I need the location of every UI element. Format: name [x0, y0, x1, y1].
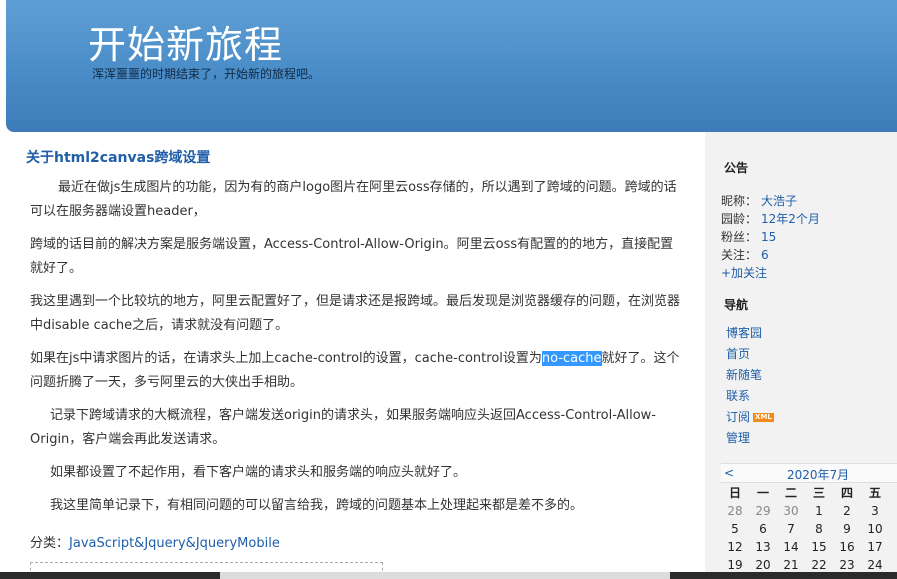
nav-home[interactable]: 首页 — [726, 345, 750, 362]
calendar-month-title: 2020年7月 — [787, 468, 850, 482]
blog-title[interactable]: 开始新旅程 — [88, 14, 283, 69]
calendar-header: < 2020年7月 — [721, 463, 897, 483]
calendar-day: 15 — [811, 540, 827, 554]
nickname-link[interactable]: 大浩子 — [761, 194, 797, 208]
fans-link[interactable]: 15 — [761, 230, 776, 244]
calendar-prev-month[interactable]: < — [724, 466, 734, 480]
calendar-day: 28 — [727, 504, 743, 518]
calendar-day: 1 — [815, 504, 823, 518]
selected-text: no-cache — [541, 351, 602, 366]
calendar-day: 9 — [843, 522, 851, 536]
weekday-label: 一 — [756, 486, 769, 500]
weekday-label: 三 — [812, 486, 825, 500]
post-title[interactable]: 关于html2canvas跨域设置 — [26, 147, 210, 167]
category-link[interactable]: JavaScript&Jquery&JqueryMobile — [69, 536, 280, 551]
age-link[interactable]: 12年2个月 — [761, 212, 820, 226]
calendar-day: 6 — [759, 522, 767, 536]
calendar-day: 5 — [731, 522, 739, 536]
rss-xml-icon[interactable]: XML — [753, 413, 774, 422]
calendar-day: 13 — [755, 540, 771, 554]
follow-row: 关注： 6 — [721, 248, 769, 262]
nav-contact[interactable]: 联系 — [726, 387, 750, 404]
add-follow-link[interactable]: +加关注 — [721, 264, 767, 281]
calendar-day: 12 — [727, 540, 743, 554]
nav-heading: 导航 — [724, 298, 749, 312]
calendar-day: 3 — [871, 504, 879, 518]
post-paragraph-6: 如果都设置了不起作用，看下客户端的请求头和服务端的响应头就好了。 — [50, 465, 467, 480]
blog-subtitle: 浑浑噩噩的时期结束了，开始新的旅程吧。 — [92, 67, 321, 81]
calendar-day: 7 — [787, 522, 795, 536]
weekday-label: 日 — [728, 486, 741, 500]
post-paragraph-7: 我这里简单记录下，有相同问题的可以留言给我，跨域的问题基本上处理起来都是差不多的… — [50, 498, 584, 513]
post-body: 最近在做js生成图片的功能，因为有的商户logo图片在阿里云oss存储的，所以遇… — [30, 176, 686, 527]
fans-row: 粉丝： 15 — [721, 230, 777, 244]
age-row: 园龄： 12年2个月 — [721, 212, 820, 226]
follow-link[interactable]: 6 — [761, 248, 769, 262]
calendar: < 2020年7月 日 一 二 三 四 五 28 29 30 1 2 3 5 6… — [721, 463, 897, 574]
weekday-label: 二 — [784, 486, 797, 500]
category-label: 分类： — [30, 536, 70, 551]
calendar-day: 17 — [867, 540, 883, 554]
post-paragraph-2: 跨域的话目前的解决方案是服务端设置，Access-Control-Allow-O… — [30, 237, 674, 276]
nav-subscribe[interactable]: 订阅 — [726, 410, 750, 424]
post-paragraph-4: 如果在js中请求图片的话，在请求头上加上cache-control的设置，cac… — [30, 351, 680, 390]
calendar-day: 16 — [839, 540, 855, 554]
taskbar-segment — [220, 572, 670, 579]
calendar-day: 14 — [783, 540, 799, 554]
nickname-row: 昵称： 大浩子 — [721, 194, 798, 208]
post-paragraph-3: 我这里遇到一个比较坑的地方，阿里云配置好了，但是请求还是报跨域。最后发现是浏览器… — [30, 294, 681, 333]
post-content-area: 关于html2canvas跨域设置 最近在做js生成图片的功能，因为有的商户lo… — [0, 132, 705, 579]
nav-manage[interactable]: 管理 — [726, 429, 750, 446]
weekday-label: 五 — [868, 486, 881, 500]
calendar-day: 2 — [843, 504, 851, 518]
sidebar: 公告 昵称： 大浩子 园龄： 12年2个月 粉丝： 15 关注： 6 +加关注 导航 博… — [705, 132, 897, 579]
window-bottom-edge — [0, 572, 897, 579]
calendar-day: 10 — [867, 522, 883, 536]
post-paragraph-1: 最近在做js生成图片的功能，因为有的商户logo图片在阿里云oss存储的，所以遇… — [30, 180, 677, 219]
nav-new-post[interactable]: 新随笔 — [726, 366, 762, 383]
post-paragraph-5: 记录下跨域请求的大概流程，客户端发送origin的请求头，如果服务端响应头返回A… — [30, 408, 656, 447]
notice-heading: 公告 — [724, 161, 749, 175]
nav-cnblogs[interactable]: 博客园 — [726, 324, 762, 341]
calendar-day: 8 — [815, 522, 823, 536]
calendar-day: 29 — [755, 504, 771, 518]
weekday-label: 四 — [840, 486, 853, 500]
calendar-grid: 日 一 二 三 四 五 28 29 30 1 2 3 5 6 7 8 9 10 … — [721, 483, 897, 574]
blog-header: 开始新旅程 浑浑噩噩的时期结束了，开始新的旅程吧。 — [6, 0, 897, 132]
calendar-day: 30 — [783, 504, 799, 518]
nav-subscribe-row: 订阅 XML — [726, 408, 774, 425]
post-category: 分类：JavaScript&Jquery&JqueryMobile — [30, 532, 280, 551]
